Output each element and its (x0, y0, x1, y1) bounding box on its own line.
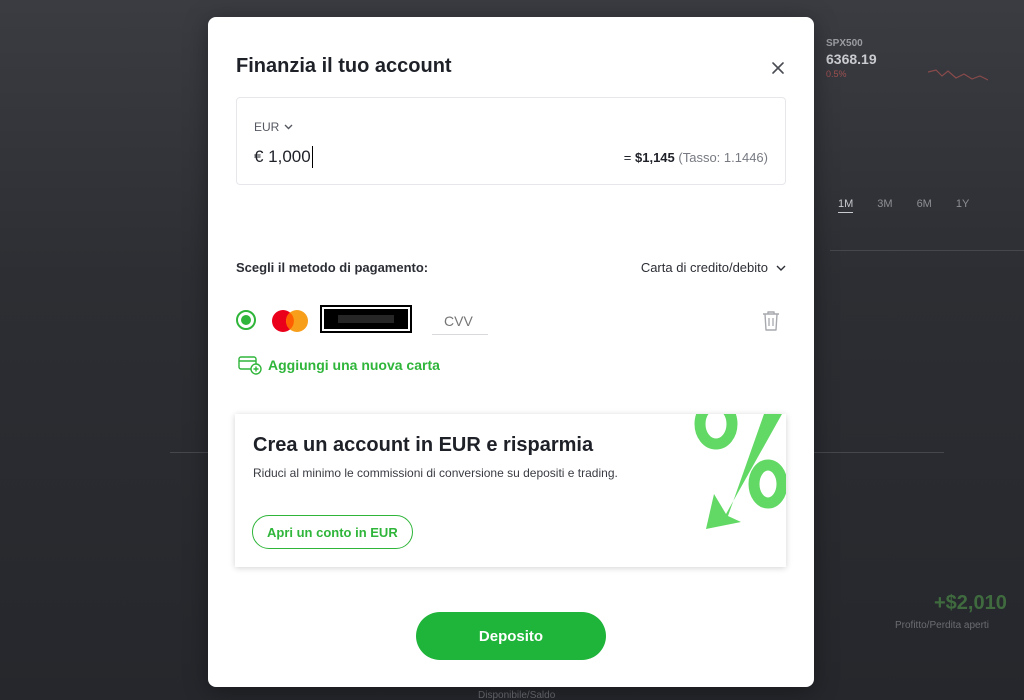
payment-method-value: Carta di credito/debito (640, 260, 768, 275)
eur-account-promo: Crea un account in EUR e risparmia Riduc… (235, 414, 786, 567)
percent-arrow-icon (694, 414, 786, 529)
close-icon[interactable] (770, 60, 786, 76)
converted-value: $1,145 (635, 150, 675, 165)
amount-value: € 1,000 (254, 147, 311, 166)
bg-divider (830, 250, 1024, 251)
chevron-down-icon (776, 265, 786, 271)
text-caret (311, 146, 314, 168)
mastercard-icon (272, 310, 308, 332)
amount-box: EUR € 1,000 = $1,145 (Tasso: 1.1446) (236, 97, 786, 185)
bg-tab-2: 3M (877, 198, 893, 210)
card-number-redacted (320, 305, 412, 333)
modal-title: Finanzia il tuo account (236, 55, 452, 77)
chevron-down-icon (284, 124, 293, 130)
bg-ticker-symbol: SPX500 (826, 38, 863, 49)
promo-title: Crea un account in EUR e risparmia (253, 434, 594, 456)
open-eur-account-button[interactable]: Apri un conto in EUR (252, 515, 413, 549)
add-card-icon (238, 356, 262, 375)
amount-input[interactable]: € 1,000 (254, 146, 314, 168)
converted-prefix: = (623, 150, 635, 165)
bg-ticker: SPX500 6368.19 0.5% (826, 38, 877, 79)
add-card-label: Aggiungi una nuova carta (268, 357, 440, 373)
fund-account-modal: Finanzia il tuo account EUR € 1,000 = $1… (208, 17, 814, 687)
bg-ticker-price: 6368.19 (826, 51, 877, 67)
conversion-info: = $1,145 (Tasso: 1.1446) (624, 150, 768, 165)
currency-dropdown[interactable]: EUR (254, 120, 293, 134)
bg-ticker-change: 0.5% (826, 69, 847, 79)
bg-tab-3: 6M (916, 198, 932, 210)
bg-tab-4: 1Y (955, 198, 970, 210)
bg-bottom-text: Disponibile/Saldo (478, 690, 556, 700)
bg-balance-caption: Profitto/Perdita aperti (895, 620, 989, 631)
currency-label: EUR (254, 120, 280, 134)
bg-sparkline (928, 69, 988, 81)
bg-divider (170, 452, 210, 453)
bg-divider (814, 452, 944, 453)
payment-method-label: Scegli il metodo di pagamento: (236, 260, 429, 275)
bg-range-tabs: 1M 3M 6M 1Y (838, 198, 969, 213)
trash-icon[interactable] (760, 309, 782, 333)
promo-text: Riduci al minimo le commissioni di conve… (253, 466, 618, 480)
deposit-button[interactable]: Deposito (416, 612, 606, 660)
bg-balance-value: +$2,010 (934, 592, 1007, 614)
payment-method-dropdown[interactable]: Carta di credito/debito (641, 260, 786, 275)
cvv-input[interactable] (432, 307, 488, 335)
saved-card-row (236, 303, 786, 337)
bg-tab-1: 1M (838, 198, 854, 213)
card-radio-selected[interactable] (236, 310, 256, 330)
add-new-card-link[interactable]: Aggiungi una nuova carta (238, 355, 440, 375)
exchange-rate: (Tasso: 1.1446) (678, 150, 768, 165)
